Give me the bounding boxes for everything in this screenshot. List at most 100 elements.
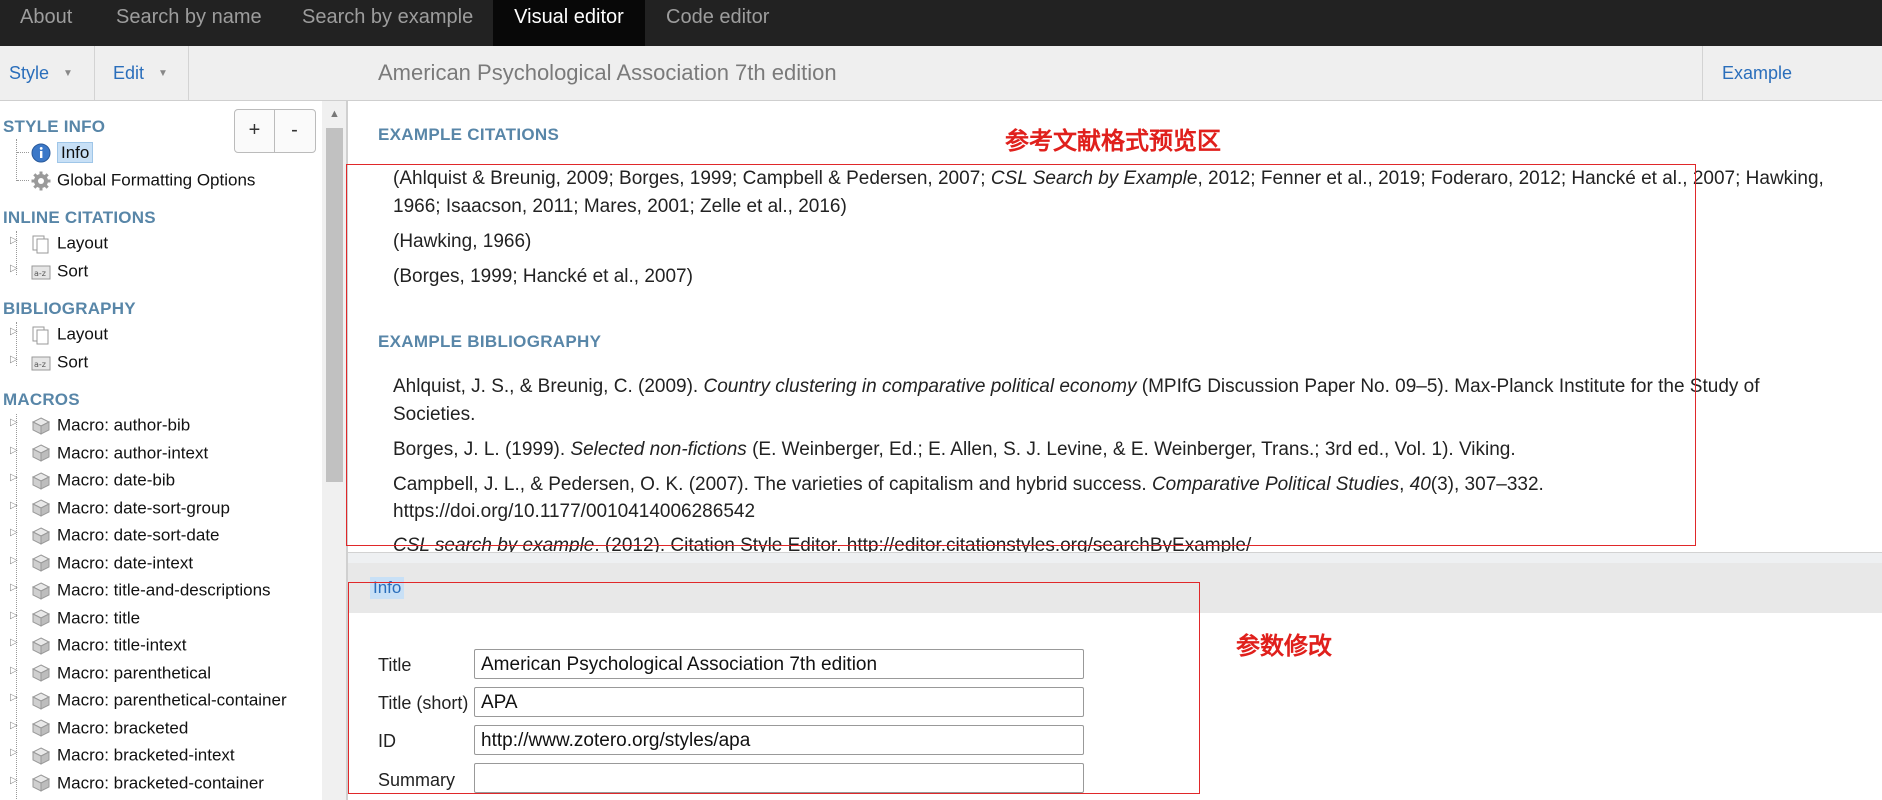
macro-cube-icon	[31, 774, 51, 792]
sidebar-scroll-thumb[interactable]	[326, 128, 343, 482]
toolbar-divider	[1702, 46, 1703, 100]
section-header-macros[interactable]: MACROS	[3, 390, 80, 410]
tree-node-macro[interactable]: Macro: author-intext	[31, 440, 208, 466]
remove-node-button[interactable]: -	[275, 110, 314, 152]
expander-arrow-icon[interactable]: ▷	[10, 235, 18, 246]
expander-arrow-icon[interactable]: ▷	[10, 263, 18, 274]
tree-node-macro[interactable]: Macro: title	[31, 605, 140, 631]
tree-node-macro[interactable]: Macro: author-bib	[31, 412, 190, 438]
expander-arrow-icon[interactable]: ▷	[10, 500, 18, 511]
macro-cube-icon	[31, 471, 51, 490]
tree-node-macro[interactable]: Macro: title-and-descriptions	[31, 577, 271, 603]
tree-node-macro[interactable]: Macro: bracketed-container	[31, 770, 264, 796]
tree-node-bibliography-sort[interactable]: a-z Sort	[31, 349, 88, 375]
tree-node-bibliography-layout[interactable]: Layout	[31, 321, 108, 347]
style-title: American Psychological Association 7th e…	[378, 60, 837, 85]
nav-tab-search-by-example[interactable]: Search by example	[302, 0, 473, 46]
expander-arrow-icon[interactable]: ▷	[10, 445, 18, 456]
expander-arrow-icon[interactable]: ▷	[10, 692, 18, 703]
info-icon	[31, 143, 51, 163]
tree-node-label: Macro: title-and-descriptions	[57, 580, 271, 600]
expander-arrow-icon[interactable]: ▷	[10, 582, 18, 593]
sort-az-icon: a-z	[31, 265, 51, 280]
expander-arrow-icon[interactable]: ▷	[10, 472, 18, 483]
tree-node-citation-layout[interactable]: Layout	[31, 230, 108, 256]
preview-highlight-box	[346, 164, 1696, 546]
macro-cube-icon	[31, 499, 51, 517]
pages-icon	[32, 326, 49, 345]
tree-node-macro[interactable]: Macro: title-intext	[31, 632, 186, 658]
tree-node-macro[interactable]: Macro: date-sort-date	[31, 522, 220, 548]
tree-node-citation-sort[interactable]: a-z Sort	[31, 258, 88, 284]
macro-cube-icon	[31, 581, 51, 600]
expander-arrow-icon[interactable]: ▷	[10, 354, 18, 365]
tree-node-label: Macro: date-sort-date	[57, 525, 220, 545]
section-header-style-info[interactable]: STYLE INFO	[3, 117, 105, 137]
nav-tab-visual-editor[interactable]: Visual editor	[493, 0, 645, 46]
tree-node-label: Macro: parenthetical	[57, 663, 212, 683]
tree-node-label: Sort	[57, 261, 89, 281]
nav-tab-code-editor[interactable]: Code editor	[666, 0, 769, 46]
chevron-down-icon: ▼	[63, 68, 73, 80]
preview-area-annotation: 参考文献格式预览区	[1005, 127, 1221, 155]
tree-connector	[17, 180, 29, 181]
tree-node-global-formatting[interactable]: Global Formatting Options	[31, 167, 255, 193]
tree-node-macro[interactable]: Macro: date-intext	[31, 550, 193, 576]
example-citations-menu-button[interactable]: Example citations▼	[1722, 46, 1882, 137]
expander-arrow-icon[interactable]: ▷	[10, 610, 18, 621]
tree-node-macro[interactable]: Macro: bracketed-intext	[31, 742, 235, 768]
nav-tab-about[interactable]: About	[20, 0, 72, 46]
params-highlight-box	[348, 582, 1200, 794]
expander-arrow-icon[interactable]: ▷	[10, 665, 18, 676]
example-citations-header: EXAMPLE CITATIONS	[378, 125, 560, 144]
toolbar-divider	[94, 46, 95, 100]
section-header-inline-citations[interactable]: INLINE CITATIONS	[3, 208, 156, 228]
tree-node-macro[interactable]: Macro: date-bib	[31, 467, 175, 493]
expander-arrow-icon[interactable]: ▷	[10, 417, 18, 428]
expander-arrow-icon[interactable]: ▷	[10, 326, 18, 337]
section-header-bibliography[interactable]: BIBLIOGRAPHY	[3, 299, 136, 319]
tree-node-label: Macro: parenthetical-container	[57, 690, 287, 710]
tree-node-label: Macro: author-intext	[57, 443, 209, 463]
expander-arrow-icon[interactable]: ▷	[10, 527, 18, 538]
edit-menu-button[interactable]: Edit ▼	[113, 46, 168, 100]
tree-node-label: Layout	[57, 233, 109, 253]
tree-node-label: Macro: title-intext	[57, 635, 187, 655]
tree-node-label: Sort	[57, 352, 89, 372]
svg-text:a-z: a-z	[34, 269, 46, 278]
tree-node-label: Macro: date-bib	[57, 470, 176, 490]
nav-tab-search-by-name[interactable]: Search by name	[116, 0, 262, 46]
toolbar: Style ▼ Edit ▼ American Psychological Asso…	[0, 46, 1882, 137]
expander-arrow-icon[interactable]: ▷	[10, 637, 18, 648]
tree-node-macro[interactable]: Macro: bracketed	[31, 715, 188, 741]
macro-cube-icon	[31, 526, 51, 545]
style-menu-button[interactable]: Style ▼	[9, 46, 73, 100]
edit-menu-label: Edit	[113, 63, 145, 83]
toolbar-divider	[188, 46, 189, 100]
tree-node-macro[interactable]: Macro: parenthetical-container	[31, 687, 287, 713]
svg-text:a-z: a-z	[34, 360, 46, 369]
expander-arrow-icon[interactable]: ▷	[10, 555, 18, 566]
tree-connector	[16, 139, 17, 181]
macro-cube-icon	[31, 664, 51, 682]
expander-arrow-icon[interactable]: ▷	[10, 747, 18, 758]
macro-cube-icon	[31, 416, 51, 435]
params-area-annotation: 参数修改	[1236, 632, 1332, 660]
top-navbar: About Search by name Search by example V…	[0, 0, 1882, 46]
tree-node-macro[interactable]: Macro: date-sort-group	[31, 495, 230, 521]
scroll-up-arrow-icon[interactable]: ▲	[326, 104, 343, 124]
macro-cube-icon	[31, 609, 51, 627]
add-remove-node-group: + -	[234, 109, 316, 153]
expander-arrow-icon[interactable]: ▷	[10, 775, 18, 786]
tree-node-label: Layout	[57, 324, 109, 344]
tree-connector	[17, 152, 29, 153]
macro-cube-icon	[31, 691, 51, 710]
expander-arrow-icon[interactable]: ▷	[10, 720, 18, 731]
tree-node-label: Macro: bracketed-container	[57, 773, 264, 793]
tree-node-info[interactable]: Info	[31, 139, 94, 165]
pages-icon	[32, 235, 49, 254]
add-node-button[interactable]: +	[235, 110, 275, 152]
tree-node-label: Macro: date-intext	[57, 553, 194, 573]
tree-node-macro[interactable]: Macro: parenthetical	[31, 660, 211, 686]
style-menu-label: Style	[9, 63, 50, 83]
